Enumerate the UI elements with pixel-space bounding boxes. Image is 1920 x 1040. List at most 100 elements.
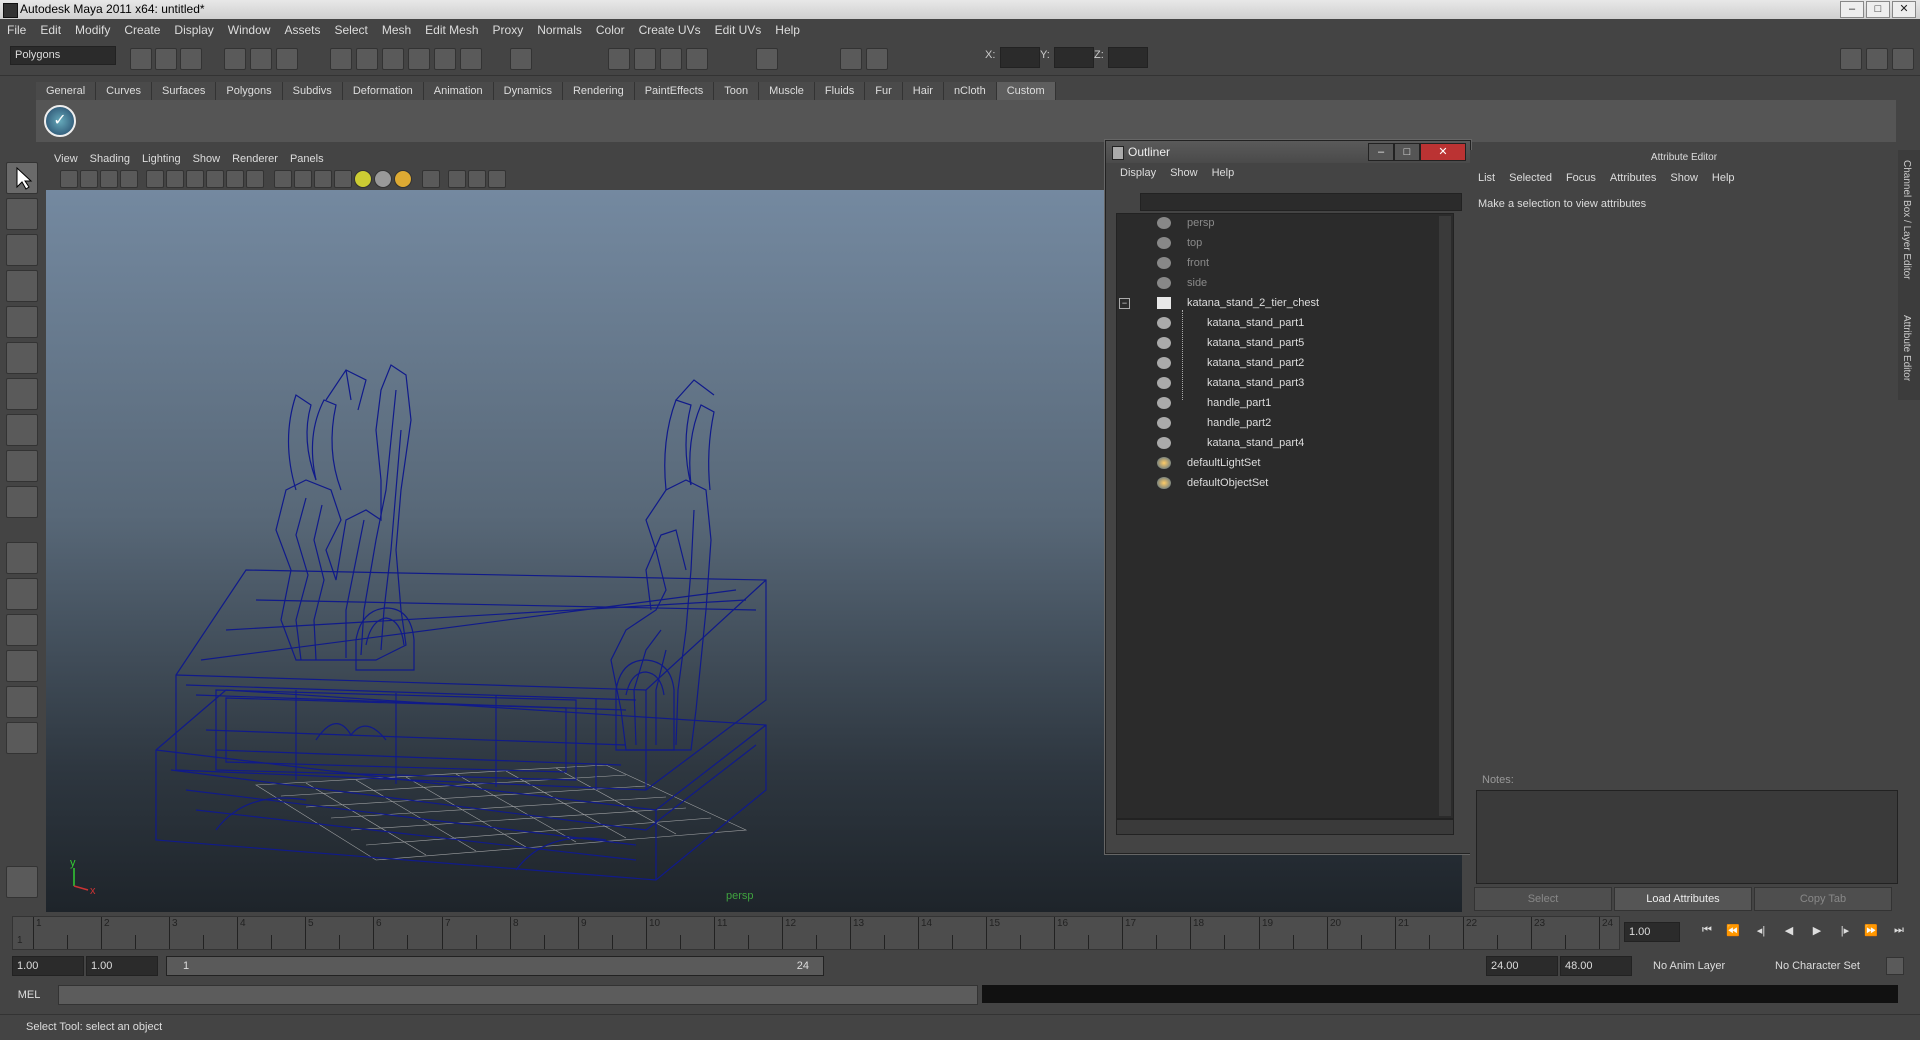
ae-menu-show[interactable]: Show — [1670, 172, 1698, 184]
camera-select-icon[interactable] — [60, 170, 78, 188]
render-frame-icon[interactable] — [634, 48, 656, 70]
shelf-tab-general[interactable]: General — [36, 82, 97, 100]
shadows-icon[interactable] — [394, 170, 412, 188]
ae-menu-selected[interactable]: Selected — [1509, 172, 1552, 184]
viewport-menu-shading[interactable]: Shading — [90, 153, 130, 165]
go-to-end-icon[interactable]: ⏭ — [1890, 924, 1908, 940]
outliner-layout-icon[interactable] — [6, 614, 38, 646]
outliner-item-katana-stand-2-tier-chest[interactable]: − katana_stand_2_tier_chest — [1119, 294, 1419, 312]
camera-attributes-icon[interactable] — [80, 170, 98, 188]
mel-toggle[interactable]: MEL — [8, 986, 50, 1004]
shelf-tab-toon[interactable]: Toon — [714, 82, 760, 100]
shelf-tab-rendering[interactable]: Rendering — [562, 82, 635, 100]
anim-layer-selector[interactable]: No Anim Layer — [1648, 956, 1764, 976]
textured-icon[interactable] — [334, 170, 352, 188]
menu-edit-uvs[interactable]: Edit UVs — [708, 23, 769, 37]
render-view-icon[interactable] — [608, 48, 630, 70]
gate-mask-icon[interactable] — [206, 170, 224, 188]
viewport-menu-panels[interactable]: Panels — [290, 153, 324, 165]
viewport-menu-renderer[interactable]: Renderer — [232, 153, 278, 165]
smooth-shading-icon[interactable] — [294, 170, 312, 188]
outliner-close-button[interactable]: ✕ — [1420, 143, 1466, 161]
ae-menu-list[interactable]: List — [1478, 172, 1495, 184]
menu-select[interactable]: Select — [327, 23, 374, 37]
attribute-editor-tab[interactable]: Attribute Editor — [1901, 315, 1912, 381]
xray-components-icon[interactable] — [488, 170, 506, 188]
shelf-tab-deformation[interactable]: Deformation — [342, 82, 424, 100]
show-manipulator-tool-icon[interactable] — [6, 450, 38, 482]
snap-point-icon[interactable] — [382, 48, 404, 70]
ae-select-button[interactable]: Select — [1474, 887, 1612, 911]
ae-menu-focus[interactable]: Focus — [1566, 172, 1596, 184]
animation-prefs-icon[interactable] — [1886, 957, 1904, 975]
step-back-key-icon[interactable]: ◂| — [1752, 924, 1770, 940]
y-field[interactable] — [1054, 47, 1094, 68]
menu-window[interactable]: Window — [221, 23, 278, 37]
checkmark-shelf-icon[interactable]: ✓ — [44, 105, 76, 137]
render-settings-icon[interactable] — [686, 48, 708, 70]
menu-color[interactable]: Color — [589, 23, 632, 37]
attribute-editor-toggle-icon[interactable] — [1840, 48, 1862, 70]
command-input[interactable] — [58, 985, 978, 1005]
shelf-tab-surfaces[interactable]: Surfaces — [151, 82, 217, 100]
maximize-button[interactable]: □ — [1866, 1, 1890, 18]
xray-icon[interactable] — [448, 170, 466, 188]
select-tool-icon[interactable] — [6, 162, 38, 194]
shelf-tab-fur[interactable]: Fur — [865, 82, 903, 100]
character-set-selector[interactable]: No Character Set — [1770, 956, 1886, 976]
tool-settings-toggle-icon[interactable] — [1866, 48, 1888, 70]
isolate-select-icon[interactable] — [422, 170, 440, 188]
viewport-menu-view[interactable]: View — [54, 153, 78, 165]
notes-field[interactable] — [1476, 790, 1898, 884]
manipulator-tool-icon[interactable] — [6, 378, 38, 410]
collapse-toggle-icon[interactable]: − — [1119, 298, 1130, 309]
menu-create[interactable]: Create — [117, 23, 167, 37]
select-object-icon[interactable] — [250, 48, 272, 70]
shelf-tab-dynamics[interactable]: Dynamics — [493, 82, 563, 100]
new-scene-icon[interactable] — [130, 48, 152, 70]
snap-curve-icon[interactable] — [356, 48, 378, 70]
bookmark-icon[interactable] — [100, 170, 118, 188]
step-forward-frame-icon[interactable]: ⏩ — [1862, 924, 1880, 940]
open-scene-icon[interactable] — [155, 48, 177, 70]
ae-copy-tab-button[interactable]: Copy Tab — [1754, 887, 1892, 911]
ae-menu-help[interactable]: Help — [1712, 172, 1735, 184]
snap-grid-icon[interactable] — [330, 48, 352, 70]
menu-help[interactable]: Help — [768, 23, 807, 37]
shelf-tab-hair[interactable]: Hair — [902, 82, 944, 100]
xray-joints-icon[interactable] — [468, 170, 486, 188]
hypershade-layout-icon[interactable] — [6, 686, 38, 718]
ae-menu-attributes[interactable]: Attributes — [1610, 172, 1656, 184]
viewport-menu-show[interactable]: Show — [193, 153, 221, 165]
menu-edit[interactable]: Edit — [33, 23, 68, 37]
channel-box-toggle-icon[interactable] — [1892, 48, 1914, 70]
sidebar-toggle-icon[interactable] — [866, 48, 888, 70]
menu-modify[interactable]: Modify — [68, 23, 117, 37]
outliner-menu-show[interactable]: Show — [1170, 167, 1198, 179]
menu-file[interactable]: File — [0, 23, 33, 37]
animation-start-field[interactable]: 1.00 — [12, 956, 84, 976]
go-to-start-icon[interactable]: ⏮ — [1698, 924, 1716, 940]
menu-display[interactable]: Display — [167, 23, 220, 37]
shelf-tab-polygons[interactable]: Polygons — [216, 82, 283, 100]
snap-plane-icon[interactable] — [408, 48, 430, 70]
safe-title-icon[interactable] — [246, 170, 264, 188]
select-component-icon[interactable] — [276, 48, 298, 70]
single-view-layout-icon[interactable] — [6, 542, 38, 574]
menu-set-selector[interactable]: Polygons — [10, 46, 116, 65]
last-tool-icon[interactable] — [6, 486, 38, 518]
animation-end-field[interactable]: 48.00 — [1560, 956, 1632, 976]
step-forward-key-icon[interactable]: |▸ — [1836, 924, 1854, 940]
playback-start-field[interactable]: 1.00 — [86, 956, 158, 976]
script-editor-icon[interactable] — [6, 866, 38, 898]
hypershade-icon[interactable] — [756, 48, 778, 70]
menu-create-uvs[interactable]: Create UVs — [632, 23, 708, 37]
menu-edit-mesh[interactable]: Edit Mesh — [418, 23, 485, 37]
outliner-horizontal-scrollbar[interactable] — [1116, 819, 1454, 835]
outliner-minimize-button[interactable]: – — [1368, 143, 1394, 161]
menu-normals[interactable]: Normals — [530, 23, 589, 37]
menu-mesh[interactable]: Mesh — [375, 23, 418, 37]
paint-select-tool-icon[interactable] — [6, 234, 38, 266]
wireframe-on-shaded-icon[interactable] — [314, 170, 332, 188]
history-icon[interactable] — [460, 48, 482, 70]
